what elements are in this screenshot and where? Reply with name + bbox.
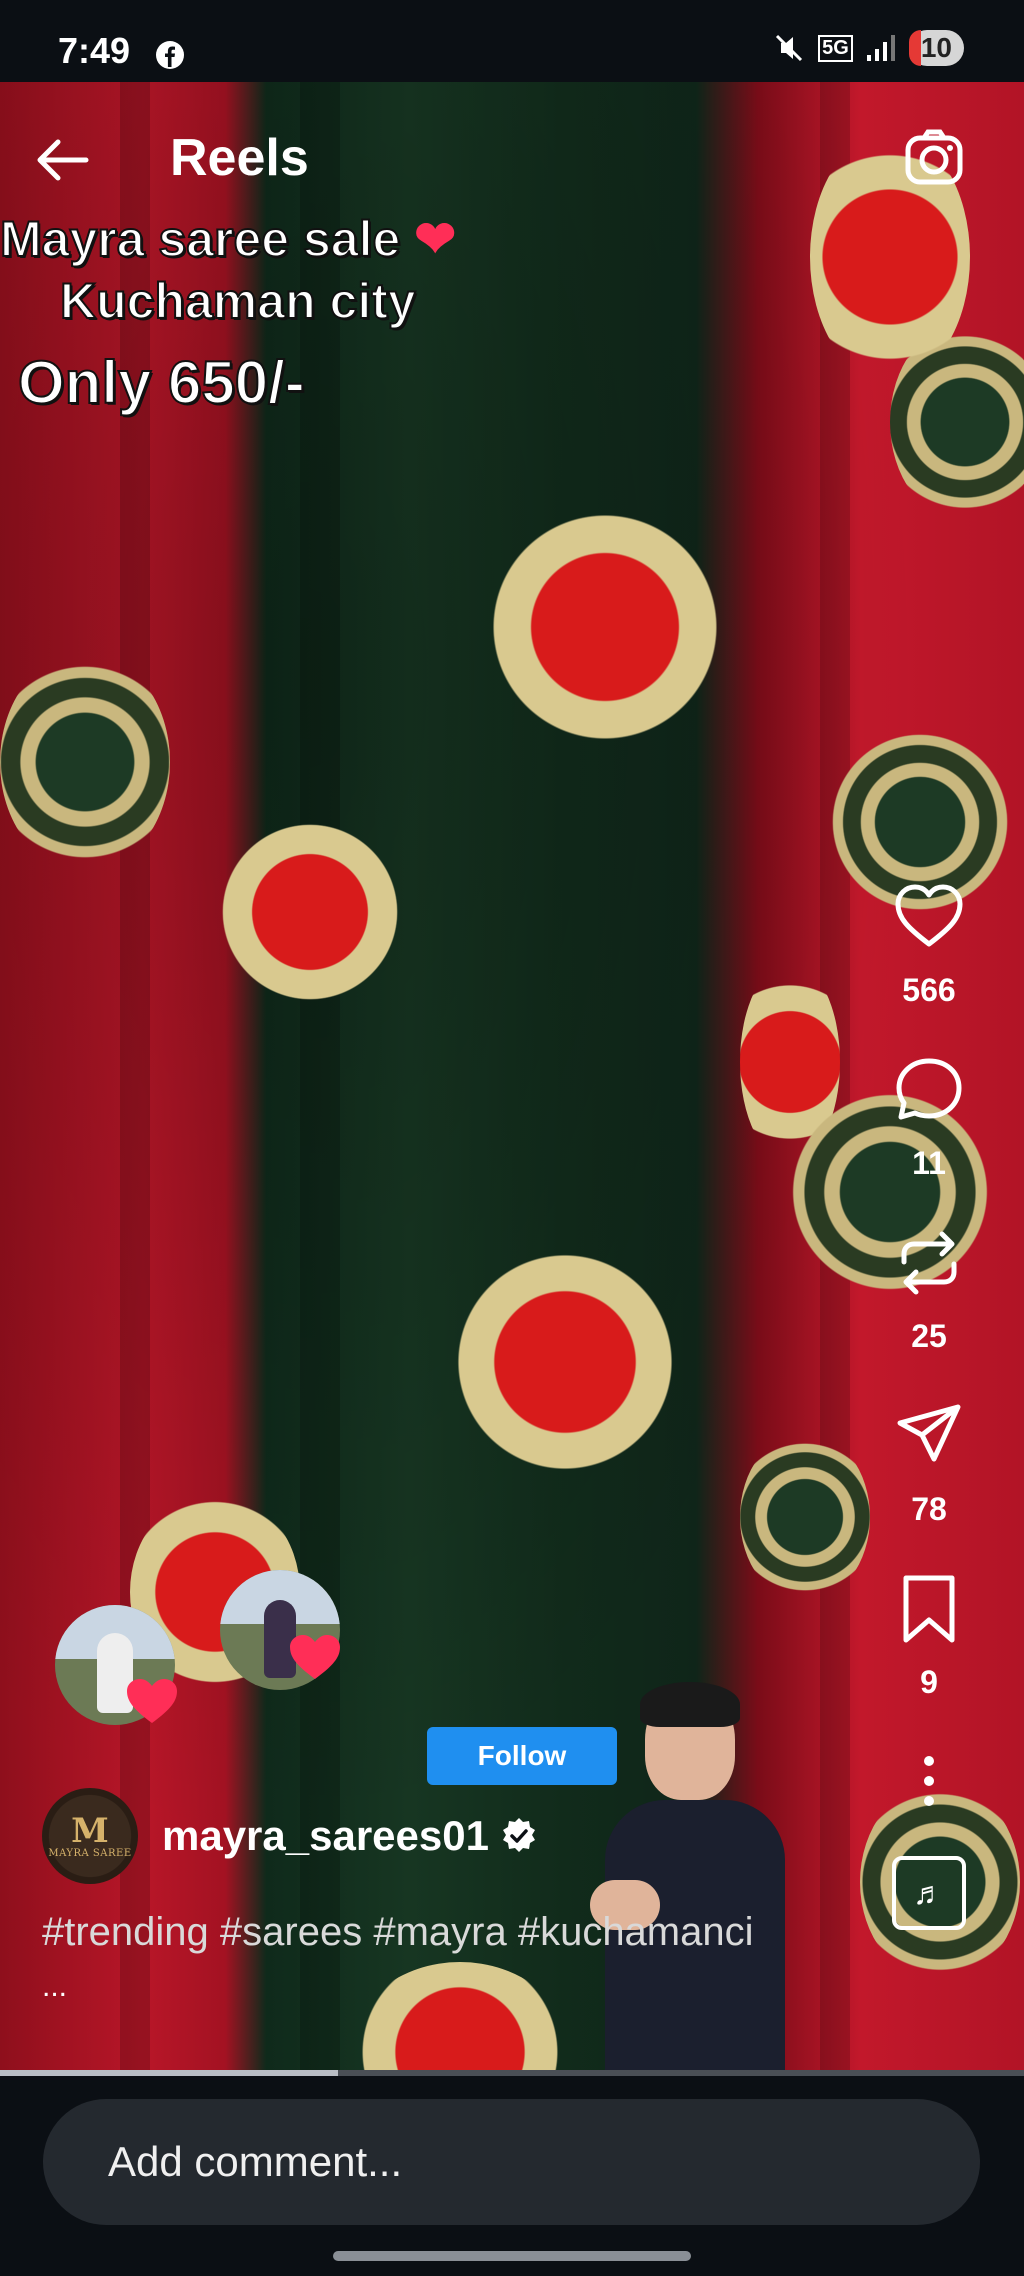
account-username[interactable]: mayra_sarees01 — [162, 1812, 489, 1860]
reels-top-bar: Reels — [0, 120, 1024, 200]
overlay-line-1: Mayra saree sale ❤ — [0, 210, 456, 268]
status-time: 7:49 — [58, 30, 131, 71]
comment-count: 11 — [912, 1145, 946, 1181]
bottom-bar: Add comment... — [0, 2076, 1024, 2276]
repost-action[interactable]: 25 — [874, 1226, 984, 1355]
battery-badge: 10 — [908, 30, 964, 66]
overlay-sale-text: Mayra saree sale — [0, 210, 401, 268]
network-5g-label: 5G — [818, 34, 853, 62]
saree-motif — [455, 1252, 675, 1472]
repost-icon[interactable] — [892, 1226, 966, 1300]
avatar-monogram: M — [71, 1810, 109, 1851]
heart-icon[interactable] — [892, 880, 966, 954]
send-icon[interactable] — [892, 1399, 966, 1473]
status-bar: 7:49 5G 10 — [0, 0, 1024, 82]
heart-badge-icon — [127, 1679, 177, 1723]
like-action[interactable]: 566 — [874, 880, 984, 1009]
overlay-line-2: Kuchaman city — [59, 272, 417, 330]
camera-icon[interactable] — [902, 126, 966, 190]
more-options-icon[interactable] — [892, 1751, 966, 1811]
save-action[interactable]: 9 — [874, 1572, 984, 1701]
action-column: 566 11 25 78 9 ♬ — [874, 880, 984, 1930]
comment-action[interactable]: 11 — [874, 1053, 984, 1182]
comment-input[interactable]: Add comment... — [43, 2099, 980, 2225]
share-count: 78 — [911, 1491, 947, 1527]
heart-badge-icon — [290, 1635, 340, 1679]
caption-more[interactable]: ... — [42, 1970, 67, 2004]
like-count: 566 — [902, 972, 956, 1008]
saree-motif — [0, 652, 170, 872]
audio-icon[interactable]: ♬ — [892, 1856, 966, 1930]
verified-badge-icon — [502, 1818, 535, 1852]
repost-count: 25 — [911, 1318, 947, 1354]
facebook-notification-icon — [156, 41, 184, 69]
account-avatar[interactable]: M MAYRA SAREE — [42, 1788, 138, 1884]
account-row[interactable]: M MAYRA SAREE mayra_sarees01 — [42, 1788, 539, 1884]
playback-progress[interactable] — [0, 2070, 1024, 2076]
playback-progress-fill — [0, 2070, 338, 2076]
status-icons: 5G 10 — [772, 30, 964, 66]
save-count: 9 — [920, 1664, 938, 1700]
saree-motif — [490, 512, 720, 742]
share-action[interactable]: 78 — [874, 1399, 984, 1528]
presenter-figure — [590, 1682, 800, 2070]
comment-icon[interactable] — [892, 1053, 966, 1127]
saree-motif — [220, 822, 400, 1002]
back-arrow-icon[interactable] — [32, 130, 92, 190]
mute-icon — [776, 34, 803, 62]
signal-icon — [866, 35, 895, 61]
follow-button[interactable]: Follow — [427, 1727, 617, 1785]
saree-motif — [350, 1962, 570, 2070]
home-indicator[interactable] — [333, 2251, 691, 2261]
page-title: Reels — [170, 129, 309, 187]
saree-motif — [740, 1432, 870, 1602]
fabric-fold — [300, 82, 340, 2070]
bookmark-icon[interactable] — [892, 1572, 966, 1646]
post-hashtags[interactable]: #trending #sarees #mayra #kuchamanci — [42, 1910, 872, 1955]
avatar-brand-text: MAYRA SAREE — [48, 1847, 132, 1859]
heart-emoji: ❤ — [414, 211, 457, 267]
overlay-price: Only 650/- — [17, 348, 306, 417]
